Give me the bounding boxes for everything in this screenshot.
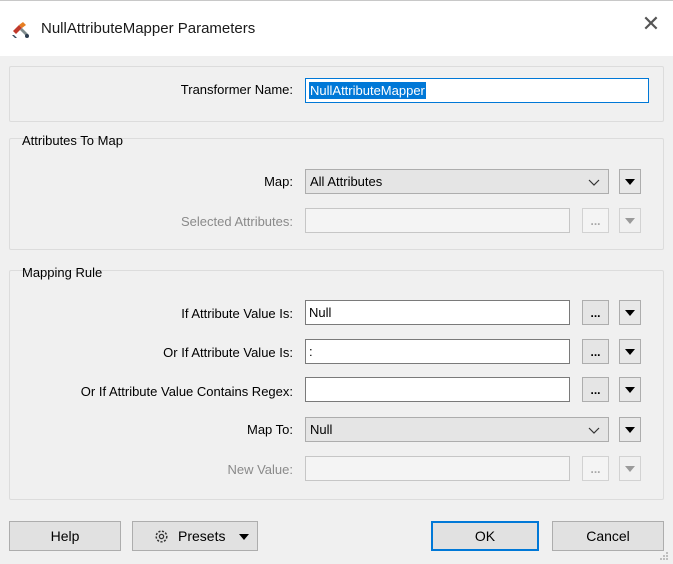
attributes-to-map-title: Attributes To Map (22, 133, 123, 148)
triangle-down-icon (625, 179, 635, 185)
resize-grip-icon[interactable] (659, 551, 669, 561)
presets-dropdown-icon (239, 534, 249, 540)
help-button[interactable]: Help (9, 521, 121, 551)
dialog-body: Transformer Name: NullAttributeMapper At… (0, 56, 673, 564)
window-title: NullAttributeMapper Parameters (41, 20, 256, 37)
new-value-ellipsis-button[interactable]: ... (582, 456, 609, 481)
regex-input[interactable] (305, 377, 570, 402)
triangle-down-icon (625, 427, 635, 433)
chevron-down-icon (588, 427, 600, 434)
chevron-down-icon (588, 179, 600, 186)
regex-ellipsis-button[interactable]: ... (582, 377, 609, 402)
regex-label: Or If Attribute Value Contains Regex: (80, 384, 293, 399)
selected-attributes-label: Selected Attributes: (180, 214, 293, 229)
close-button[interactable]: ✕ (636, 13, 666, 39)
triangle-down-icon (625, 218, 635, 224)
attributes-to-map-group (9, 138, 664, 250)
selected-attributes-menu-button[interactable] (619, 208, 641, 233)
map-value: All Attributes (310, 174, 383, 189)
map-to-menu-button[interactable] (619, 417, 641, 442)
if-attribute-value-label: If Attribute Value Is: (181, 306, 293, 321)
or-if-attribute-value-ellipsis-button[interactable]: ... (582, 339, 609, 364)
if-attribute-value-input[interactable]: Null (305, 300, 570, 325)
presets-label: Presets (178, 528, 226, 544)
map-label: Map: (264, 174, 293, 189)
if-attribute-value-menu-button[interactable] (619, 300, 641, 325)
map-dropdown[interactable]: All Attributes (305, 169, 609, 194)
transformer-name-value: NullAttributeMapper (309, 82, 426, 99)
map-to-value: Null (310, 422, 333, 437)
map-to-dropdown[interactable]: Null (305, 417, 609, 442)
selected-attributes-ellipsis-button[interactable]: ... (582, 208, 609, 233)
new-value-input[interactable] (305, 456, 570, 481)
regex-menu-button[interactable] (619, 377, 641, 402)
ok-button[interactable]: OK (431, 521, 539, 551)
cancel-button[interactable]: Cancel (552, 521, 664, 551)
triangle-down-icon (625, 349, 635, 355)
map-to-label: Map To: (246, 422, 293, 437)
selected-attributes-input[interactable] (305, 208, 570, 233)
mapping-rule-title: Mapping Rule (22, 265, 103, 280)
close-icon: ✕ (641, 12, 661, 37)
or-if-attribute-value-menu-button[interactable] (619, 339, 641, 364)
title-bar: NullAttributeMapper Parameters ✕ (0, 0, 673, 56)
new-value-menu-button[interactable] (619, 456, 641, 481)
transformer-icon (12, 22, 29, 38)
map-menu-button[interactable] (619, 169, 641, 194)
or-if-attribute-value-label: Or If Attribute Value Is: (163, 345, 293, 360)
new-value-label: New Value: (227, 462, 293, 477)
triangle-down-icon (625, 310, 635, 316)
transformer-name-input[interactable]: NullAttributeMapper (305, 78, 649, 103)
transformer-name-label: Transformer Name: (180, 82, 293, 97)
triangle-down-icon (625, 387, 635, 393)
if-attribute-value-ellipsis-button[interactable]: ... (582, 300, 609, 325)
presets-button[interactable]: Presets (132, 521, 258, 551)
or-if-attribute-value-input[interactable]: : (305, 339, 570, 364)
gear-icon (155, 530, 168, 543)
triangle-down-icon (625, 466, 635, 472)
